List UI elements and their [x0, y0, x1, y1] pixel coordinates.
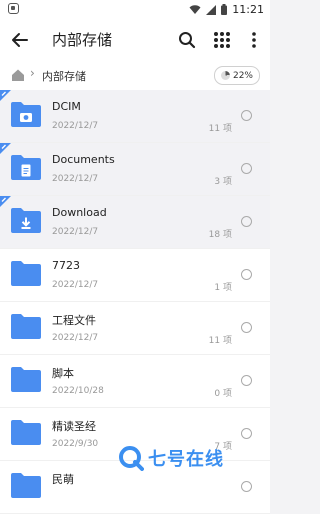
pin-icon — [0, 143, 11, 154]
folder-item-count: 3 项 — [214, 177, 232, 187]
folder-icon — [11, 261, 41, 286]
folder-name: 民萌 — [52, 473, 74, 486]
wifi-icon — [189, 4, 201, 14]
more-vert-icon[interactable] — [244, 30, 264, 50]
select-radio[interactable] — [241, 216, 252, 227]
folder-name: Documents — [52, 153, 115, 166]
storage-pie-icon — [220, 71, 230, 80]
select-radio[interactable] — [241, 322, 252, 333]
folder-item-count: 11 项 — [208, 124, 232, 134]
pin-icon — [0, 90, 11, 101]
battery-icon — [221, 4, 228, 15]
signal-icon — [206, 4, 217, 15]
folder-icon — [11, 155, 41, 180]
folder-icon — [11, 420, 41, 445]
select-radio[interactable] — [241, 269, 252, 280]
pin-icon — [0, 196, 11, 207]
breadcrumb: › 内部存储 22% — [0, 60, 270, 90]
folder-name: Download — [52, 206, 107, 219]
select-radio[interactable] — [241, 375, 252, 386]
select-radio[interactable] — [241, 481, 252, 492]
folder-name: DCIM — [52, 100, 81, 113]
folder-name: 精读圣经 — [52, 420, 96, 433]
folder-row[interactable]: Download 2022/12/7 18 项 — [0, 196, 270, 249]
page-title: 内部存储 — [52, 31, 113, 49]
folder-name: 脚本 — [52, 367, 74, 380]
document-icon — [21, 164, 31, 177]
folder-item-count: 18 项 — [208, 230, 232, 240]
camera-icon — [20, 113, 32, 122]
folder-date: 2022/10/28 — [52, 386, 104, 396]
watermark-logo-icon — [119, 446, 144, 471]
folder-row[interactable]: 脚本 2022/10/28 0 项 — [0, 355, 270, 408]
folder-date: 2022/9/30 — [52, 439, 99, 449]
chevron-right-icon: › — [30, 66, 35, 80]
folder-icon — [11, 473, 41, 498]
folder-icon — [11, 314, 41, 339]
folder-icon — [11, 102, 41, 127]
folder-date: 2022/12/7 — [52, 121, 99, 131]
select-radio[interactable] — [241, 110, 252, 121]
search-icon[interactable] — [177, 30, 197, 50]
folder-name: 7723 — [52, 259, 80, 272]
folder-date: 2022/12/7 — [52, 333, 99, 343]
app-bar: 内部存储 — [0, 20, 270, 60]
status-time: 11:21 — [232, 3, 264, 16]
folder-date: 2022/12/7 — [52, 280, 99, 290]
folder-date: 2022/12/7 — [52, 174, 99, 184]
folder-row[interactable]: 7723 2022/12/7 1 项 — [0, 249, 270, 302]
folder-row[interactable]: DCIM 2022/12/7 11 项 — [0, 90, 270, 143]
folder-row[interactable]: Documents 2022/12/7 3 项 — [0, 143, 270, 196]
grid-view-icon[interactable] — [212, 30, 232, 50]
folder-item-count: 1 项 — [214, 283, 232, 293]
folder-icon — [11, 208, 41, 233]
home-icon[interactable] — [10, 67, 26, 83]
breadcrumb-current[interactable]: 内部存储 — [42, 68, 86, 84]
watermark: 七号在线 — [118, 438, 270, 478]
folder-date: 2022/12/7 — [52, 227, 99, 237]
folder-item-count: 0 项 — [214, 389, 232, 399]
storage-usage-text: 22% — [232, 70, 253, 81]
status-icons: 11:21 — [189, 3, 264, 16]
folder-item-count: 11 项 — [208, 336, 232, 346]
watermark-text: 七号在线 — [148, 449, 224, 470]
select-radio[interactable] — [241, 163, 252, 174]
app-notification-icon — [8, 3, 19, 14]
back-arrow-icon[interactable] — [10, 30, 30, 50]
storage-usage-badge[interactable]: 22% — [213, 66, 260, 85]
folder-row[interactable]: 工程文件 2022/12/7 11 项 — [0, 302, 270, 355]
folder-name: 工程文件 — [52, 314, 96, 327]
folder-icon — [11, 367, 41, 392]
status-bar: 11:21 — [0, 0, 270, 20]
